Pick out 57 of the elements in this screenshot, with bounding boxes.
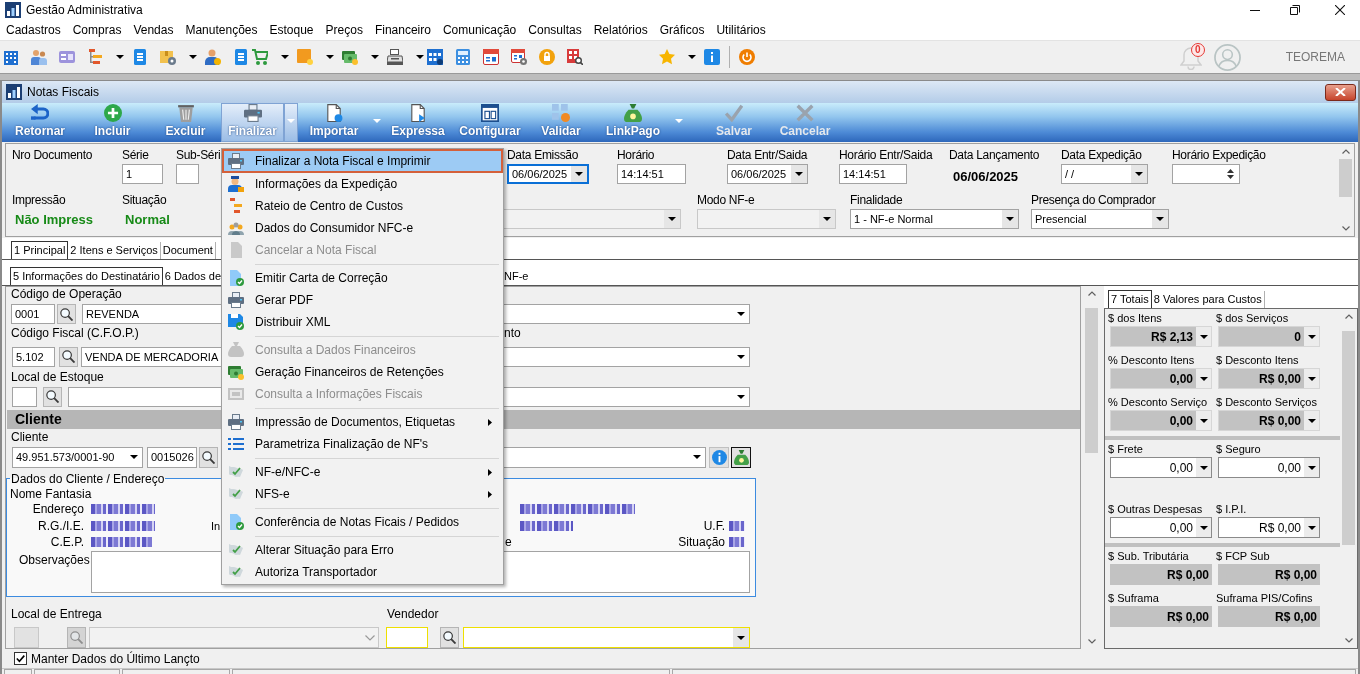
field-label: U.F. (703, 518, 725, 533)
field-label: $ Desconto Serviços (1216, 395, 1317, 410)
field-label: Data Entr/Saida (727, 148, 808, 163)
field-label: Sub-Séri (176, 148, 221, 163)
field-label: Nome Fantasia (10, 486, 92, 501)
document-window-title: Notas Fiscais (27, 85, 100, 99)
field-label: Horário Expedição (1172, 148, 1266, 163)
field-label: R.G./I.E. (38, 518, 84, 533)
field-label: In (211, 519, 221, 532)
notification-badge: 0 (1190, 43, 1205, 57)
total-field: R$ 0,00 (1110, 606, 1212, 627)
field-label: $ Sub. Tributária (1108, 549, 1189, 564)
field-label: $ dos Itens (1108, 311, 1162, 326)
field-label: Local de Entrega (11, 607, 102, 622)
field-label: Suframa PIS/Cofins (1216, 591, 1313, 606)
field-label: Série (122, 148, 149, 163)
field-label: $ Outras Despesas (1108, 502, 1203, 517)
field-label: C.E.P. (50, 535, 84, 549)
field-label: Impressão (12, 193, 66, 208)
field-label: $ Seguro (1216, 442, 1261, 457)
user-name: TEOREMA (1285, 50, 1345, 64)
total-field: R$ 0,00 (1110, 564, 1212, 585)
field-label: Código Fiscal (C.F.O.P.) (11, 326, 139, 340)
field-label: Data Lançamento (949, 148, 1040, 163)
field-label: % Desconto Serviço (1108, 395, 1208, 410)
field-label: $ FCP Sub (1216, 549, 1270, 564)
window-title: Gestão Administrativa (26, 3, 143, 17)
field-label: $ Suframa (1108, 591, 1159, 606)
field-label: Vendedor (387, 607, 439, 622)
field-label: nto (504, 326, 521, 340)
field-label: Data Expedição (1061, 148, 1142, 163)
field-label: Cliente (11, 429, 49, 444)
field-label: Horário (617, 148, 655, 163)
total-field: R$ 0,00 (1218, 606, 1320, 627)
field-label: % Desconto Itens (1108, 353, 1195, 368)
group-title: Dados do Cliente / Endereço (10, 472, 166, 485)
total-field: R$ 0,00 (1218, 564, 1320, 585)
field-label: $ Frete (1108, 442, 1143, 457)
field-label: Nro Documento (12, 148, 93, 163)
field-label: $ dos Serviços (1216, 311, 1289, 326)
field-label: Local de Estoque (11, 369, 104, 384)
field-label: e (505, 535, 512, 549)
field-label: Código de Operação (11, 287, 122, 301)
field-label: Presença do Comprador (1031, 193, 1156, 208)
field-label: $ Desconto Itens (1216, 353, 1299, 368)
field-label: Data Emissão (507, 148, 579, 163)
field-label: Observações (19, 553, 90, 568)
field-label: Modo NF-e (697, 193, 755, 208)
field-label: Situação (122, 193, 167, 208)
field-label: Horário Entr/Saida (839, 148, 933, 163)
status-text: Normal (124, 211, 171, 229)
date-text: 06/06/2025 (953, 168, 1019, 186)
field-label: $ I.P.I. (1216, 502, 1247, 517)
status-text: Não Impress (14, 211, 95, 229)
field-label: Endereço (32, 502, 84, 516)
field-label: Finalidade (850, 193, 903, 208)
field-label: Situação (678, 535, 725, 549)
